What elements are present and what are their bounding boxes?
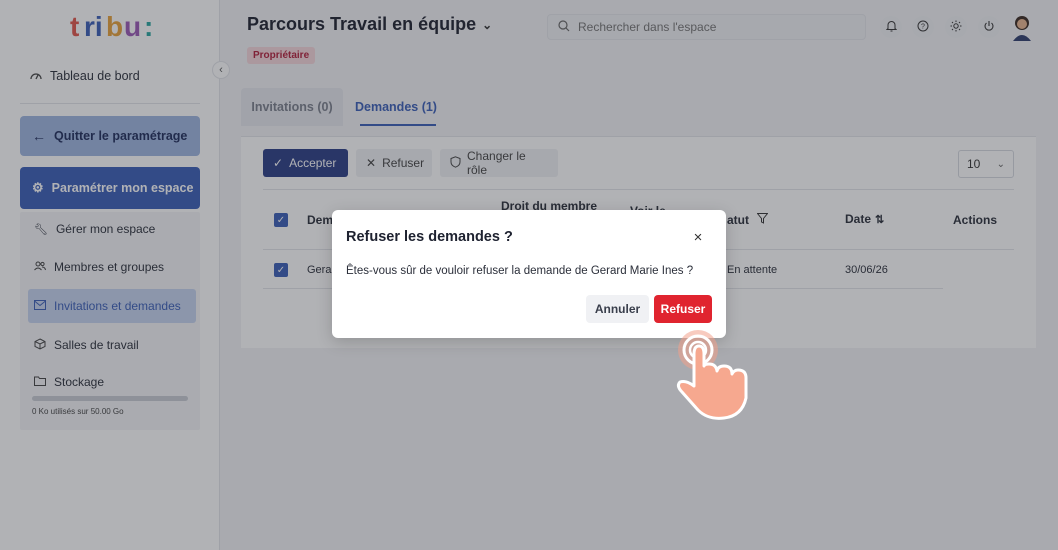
refuse-confirm-dialog: Refuser les demandes ? × Êtes-vous sûr d…: [332, 210, 726, 338]
tap-hand-icon: [676, 330, 748, 420]
dialog-close-button[interactable]: ×: [690, 228, 706, 246]
dialog-message: Êtes-vous sûr de vouloir refuser la dema…: [346, 265, 694, 277]
cancel-button[interactable]: Annuler: [586, 295, 649, 323]
dialog-title: Refuser les demandes ?: [346, 229, 513, 245]
close-icon: ×: [693, 228, 703, 246]
confirm-refuse-button[interactable]: Refuser: [654, 295, 712, 323]
